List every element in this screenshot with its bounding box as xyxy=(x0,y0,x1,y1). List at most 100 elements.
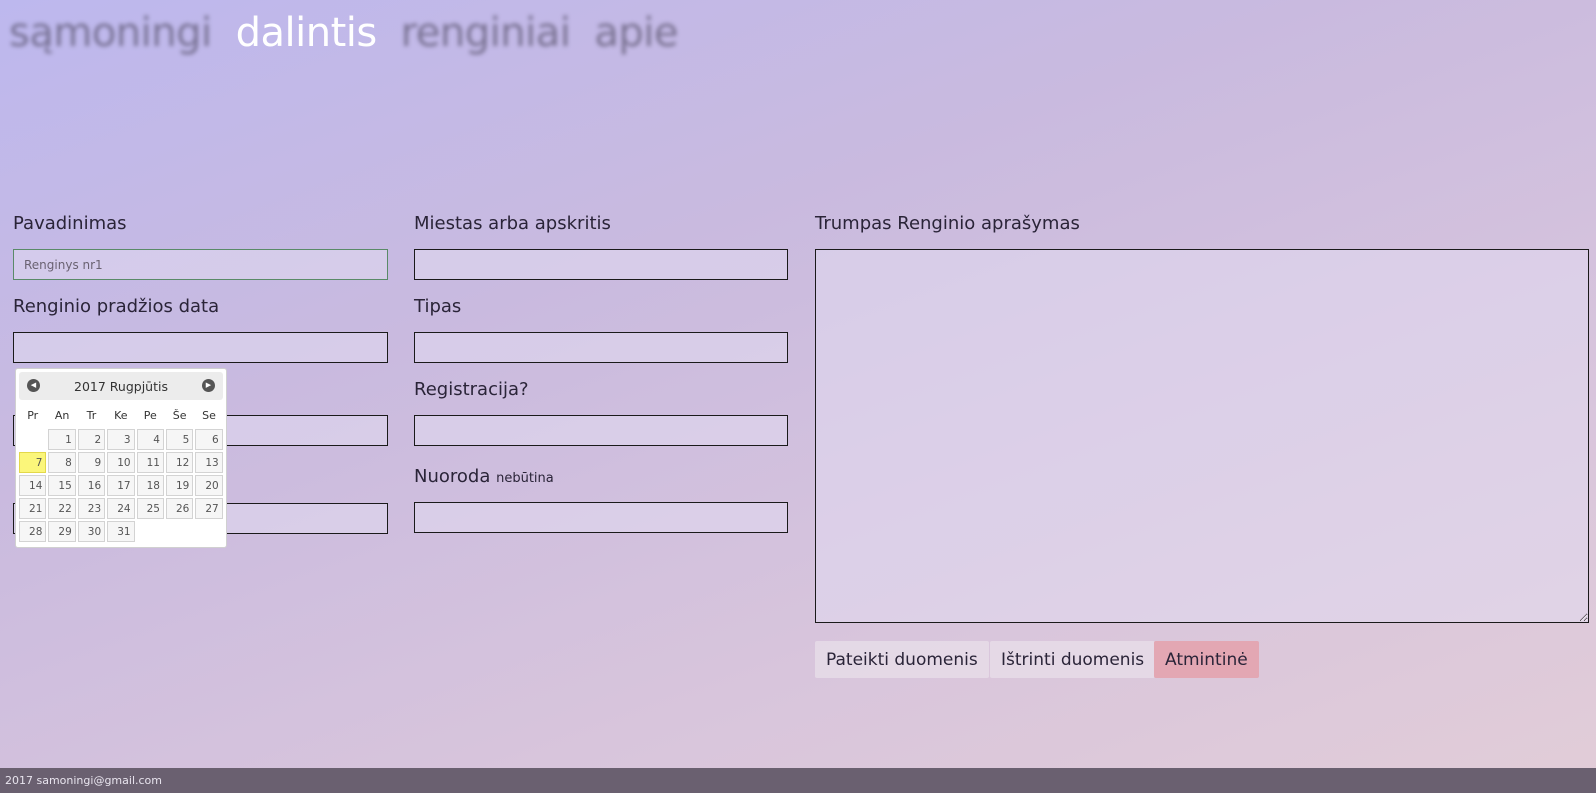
day-button[interactable]: 21 xyxy=(19,498,47,519)
nav-link-about[interactable]: apie xyxy=(594,10,678,56)
day-cell: 20 xyxy=(194,474,223,497)
datepicker-grid: Pr An Tr Ke Pe Še Se 1 2 3 4 5 6 7 8 9 10 11 12 13 14… xyxy=(18,405,224,543)
day-cell: 18 xyxy=(136,474,165,497)
day-cell: 29 xyxy=(47,520,76,543)
nav-link-share[interactable]: dalintis xyxy=(236,10,378,56)
day-cell: 6 xyxy=(194,428,223,451)
day-cell: 1 xyxy=(47,428,76,451)
day-button[interactable]: 6 xyxy=(195,429,223,450)
datepicker: ◀ 2017 Rugpjūtis ▶ Pr An Tr Ke Pe Še Se … xyxy=(15,368,227,548)
day-button[interactable]: 30 xyxy=(77,521,106,542)
day-cell: 17 xyxy=(106,474,135,497)
week-row: 123456 xyxy=(18,428,224,451)
day-button[interactable]: 3 xyxy=(107,429,135,450)
link-optional-note: nebūtina xyxy=(496,471,554,486)
memo-button[interactable]: Atmintinė xyxy=(1154,641,1259,678)
link-label: Nuoroda nebūtina xyxy=(414,466,554,487)
day-button[interactable]: 26 xyxy=(165,498,194,519)
weekday-label: Tr xyxy=(86,409,97,422)
day-cell: 24 xyxy=(106,497,135,520)
day-cell: 26 xyxy=(165,497,194,520)
day-cell: 25 xyxy=(136,497,165,520)
day-button[interactable]: 15 xyxy=(48,475,76,496)
datepicker-title: 2017 Rugpjūtis xyxy=(74,378,168,394)
description-textarea[interactable] xyxy=(815,249,1589,623)
prev-arrow-icon[interactable]: ◀ xyxy=(27,379,40,392)
day-button[interactable]: 9 xyxy=(77,452,106,473)
day-cell: 4 xyxy=(136,428,165,451)
day-cell: 27 xyxy=(194,497,223,520)
registration-label: Registracija? xyxy=(414,379,529,400)
day-cell xyxy=(18,428,47,451)
nav-link-events[interactable]: renginiai xyxy=(401,10,571,56)
main-nav: sąmoningi dalintis renginiai apie xyxy=(9,10,702,70)
day-button[interactable]: 18 xyxy=(136,475,164,496)
day-cell: 16 xyxy=(77,474,106,497)
weekday-label: Se xyxy=(202,409,216,422)
start-date-label: Renginio pradžios data xyxy=(13,296,220,317)
weekday-label: Ke xyxy=(114,409,128,422)
description-label: Trumpas Renginio aprašymas xyxy=(815,213,1080,234)
day-button[interactable]: 1 xyxy=(48,429,76,450)
submit-button[interactable]: Pateikti duomenis xyxy=(815,641,989,678)
day-button[interactable]: 31 xyxy=(107,521,135,542)
type-input[interactable] xyxy=(414,332,788,363)
title-label: Pavadinimas xyxy=(13,213,127,234)
day-cell: 3 xyxy=(106,428,135,451)
day-cell: 15 xyxy=(47,474,76,497)
day-cell: 8 xyxy=(47,451,76,474)
nav-brand-link[interactable]: sąmoningi xyxy=(9,10,212,56)
day-button[interactable]: 11 xyxy=(136,452,164,473)
day-cell: 13 xyxy=(194,451,223,474)
day-button[interactable]: 22 xyxy=(48,498,76,519)
start-date-input[interactable] xyxy=(13,332,388,363)
day-button[interactable]: 25 xyxy=(136,498,164,519)
day-cell xyxy=(194,520,223,543)
next-arrow-icon[interactable]: ▶ xyxy=(202,379,215,392)
day-cell: 22 xyxy=(47,497,76,520)
registration-input[interactable] xyxy=(414,415,788,446)
day-button[interactable]: 16 xyxy=(77,475,106,496)
datepicker-weeks: 1 2 3 4 5 6 7 8 9 10 11 12 13 14 15 16 17 18 19 20 21 22 23 24 2… xyxy=(18,428,224,543)
link-label-text: Nuoroda xyxy=(414,466,491,487)
datepicker-header: ◀ 2017 Rugpjūtis ▶ xyxy=(19,372,223,400)
day-button[interactable]: 12 xyxy=(165,452,194,473)
week-row: 21 22 23 24 25 26 27 xyxy=(18,497,224,520)
day-button[interactable]: 5 xyxy=(165,429,194,450)
day-button[interactable]: 13 xyxy=(195,452,223,473)
day-cell: 14 xyxy=(18,474,47,497)
city-input[interactable] xyxy=(414,249,788,280)
day-cell: 7 xyxy=(18,451,47,474)
week-row: 7 8 9 10 11 12 13 xyxy=(18,451,224,474)
city-label: Miestas arba apskritis xyxy=(414,213,611,234)
week-row: 28 29 30 31 xyxy=(18,520,224,543)
day-button[interactable]: 10 xyxy=(107,452,135,473)
day-cell: 9 xyxy=(77,451,106,474)
day-button[interactable]: 19 xyxy=(165,475,194,496)
day-button[interactable]: 29 xyxy=(48,521,76,542)
day-button[interactable]: 2 xyxy=(77,429,106,450)
day-button[interactable]: 28 xyxy=(19,521,47,542)
footer: 2017 samoningi@gmail.com xyxy=(0,768,1596,793)
day-button[interactable]: 23 xyxy=(77,498,106,519)
day-button[interactable]: 24 xyxy=(107,498,135,519)
title-input[interactable] xyxy=(13,249,388,280)
day-cell: 30 xyxy=(77,520,106,543)
day-button[interactable]: 14 xyxy=(19,475,47,496)
day-cell: 12 xyxy=(165,451,194,474)
delete-button[interactable]: Ištrinti duomenis xyxy=(990,641,1156,678)
day-button[interactable]: 4 xyxy=(136,429,164,450)
day-cell: 2 xyxy=(77,428,106,451)
day-cell: 31 xyxy=(106,520,135,543)
weekday-label: An xyxy=(54,409,70,422)
day-button[interactable]: 20 xyxy=(195,475,223,496)
week-row: 14 15 16 17 18 19 20 xyxy=(18,474,224,497)
day-button-today[interactable]: 7 xyxy=(19,452,47,473)
day-button[interactable]: 8 xyxy=(48,452,76,473)
day-button[interactable]: 27 xyxy=(195,498,223,519)
day-cell: 23 xyxy=(77,497,106,520)
day-cell: 28 xyxy=(18,520,47,543)
day-button[interactable]: 17 xyxy=(107,475,135,496)
link-input[interactable] xyxy=(414,502,788,533)
day-cell: 19 xyxy=(165,474,194,497)
